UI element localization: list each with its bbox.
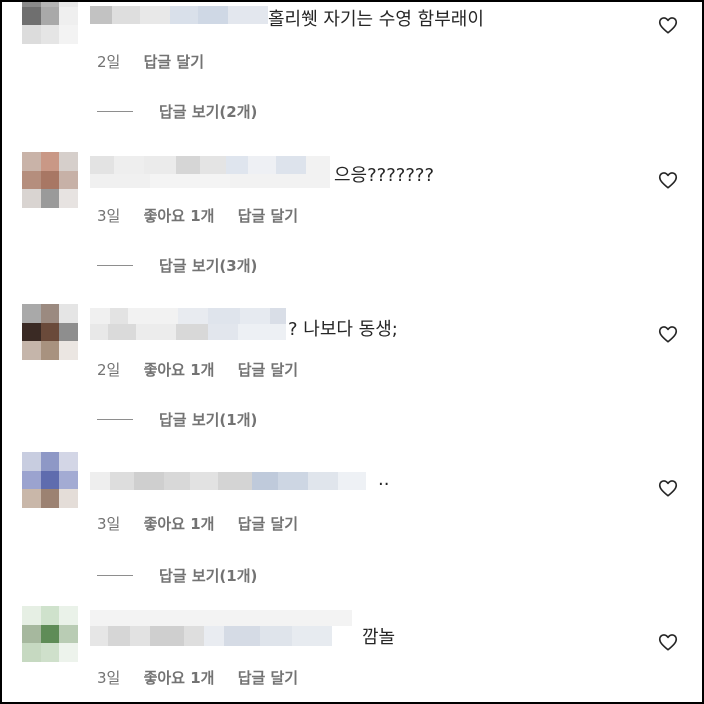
heart-icon[interactable]	[657, 631, 679, 653]
username-blurred[interactable]	[90, 156, 330, 188]
avatar[interactable]	[22, 2, 78, 44]
comment-text: 으응???????	[334, 165, 434, 186]
comment-age: 3일	[97, 515, 121, 533]
username-blurred[interactable]	[90, 6, 268, 24]
username-blurred[interactable]	[90, 472, 366, 490]
heart-icon[interactable]	[657, 14, 679, 36]
comment-text: ? 나보다 동생;	[288, 319, 398, 340]
username-blurred[interactable]	[90, 308, 286, 340]
divider-line	[97, 265, 133, 266]
view-replies-button[interactable]: 답글 보기(3개)	[97, 255, 257, 276]
like-count[interactable]: 좋아요 1개	[144, 361, 215, 379]
view-replies-label: 답글 보기(1개)	[159, 567, 258, 585]
like-count[interactable]: 좋아요 1개	[144, 207, 215, 225]
heart-icon[interactable]	[657, 477, 679, 499]
comment-text: 깜놀	[362, 627, 396, 648]
view-replies-label: 답글 보기(1개)	[159, 411, 258, 429]
comment-age: 3일	[97, 669, 121, 687]
avatar[interactable]	[22, 304, 78, 360]
divider-line	[97, 111, 133, 112]
view-replies-label: 답글 보기(2개)	[159, 103, 258, 121]
comment-meta: 3일 좋아요 1개 답글 달기	[97, 205, 316, 226]
username-blurred[interactable]	[90, 610, 352, 646]
view-replies-button[interactable]: 답글 보기(2개)	[97, 101, 257, 122]
reply-button[interactable]: 답글 달기	[144, 53, 204, 71]
avatar[interactable]	[22, 152, 78, 208]
comment-meta: 2일 답글 달기	[97, 51, 222, 72]
comment-age: 2일	[97, 53, 121, 71]
comment-meta: 3일 좋아요 1개 답글 달기	[97, 667, 316, 688]
comment-list: 홀리쒯 자기는 수영 함부래이 2일 답글 달기 답글 보기(2개) 으응???…	[0, 0, 704, 704]
heart-icon[interactable]	[657, 323, 679, 345]
like-count[interactable]: 좋아요 1개	[144, 669, 215, 687]
comment-text: ..	[378, 469, 390, 490]
like-count[interactable]: 좋아요 1개	[144, 515, 215, 533]
avatar[interactable]	[22, 606, 78, 662]
view-replies-button[interactable]: 답글 보기(1개)	[97, 565, 257, 586]
comment-meta: 3일 좋아요 1개 답글 달기	[97, 513, 316, 534]
comment-age: 3일	[97, 207, 121, 225]
reply-button[interactable]: 답글 달기	[238, 207, 298, 225]
reply-button[interactable]: 답글 달기	[238, 361, 298, 379]
divider-line	[97, 575, 133, 576]
comment-age: 2일	[97, 361, 121, 379]
avatar[interactable]	[22, 452, 78, 508]
comment-meta: 2일 좋아요 1개 답글 달기	[97, 359, 316, 380]
heart-icon[interactable]	[657, 169, 679, 191]
view-replies-button[interactable]: 답글 보기(1개)	[97, 409, 257, 430]
divider-line	[97, 419, 133, 420]
reply-button[interactable]: 답글 달기	[238, 515, 298, 533]
reply-button[interactable]: 답글 달기	[238, 669, 298, 687]
view-replies-label: 답글 보기(3개)	[159, 257, 258, 275]
comment-text: 홀리쒯 자기는 수영 함부래이	[268, 9, 484, 30]
